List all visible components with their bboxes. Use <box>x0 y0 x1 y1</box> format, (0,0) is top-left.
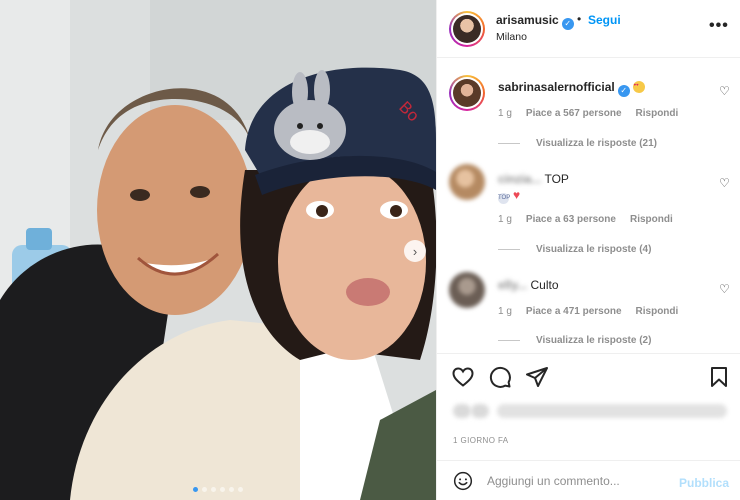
verified-badge-icon: ✓ <box>617 85 630 97</box>
post-side-panel: arisamusic ✓ • Segui Milano ••• sabrinasa… <box>436 0 740 500</box>
carousel-dot <box>238 487 243 492</box>
selfie-image: Bo <box>0 0 436 500</box>
liked-by-text <box>497 404 727 418</box>
view-replies-button[interactable]: Visualizza le risposte (21) <box>498 138 657 149</box>
carousel-dot <box>193 487 198 492</box>
comment-time: 1 g <box>498 214 512 225</box>
comment-likes-count[interactable]: Piace a 471 persone <box>526 306 622 317</box>
comment-likes-count[interactable]: Piace a 63 persone <box>526 214 616 225</box>
comment-text: elly... Culto <box>498 278 559 292</box>
like-comment-heart-icon[interactable]: ♡ <box>719 84 730 98</box>
verified-badge-icon: ✓ <box>561 18 574 30</box>
comment-time: 1 g <box>498 108 512 119</box>
carousel-dot <box>229 487 234 492</box>
reply-button[interactable]: Rispondi <box>636 306 679 317</box>
reply-button[interactable]: Rispondi <box>630 214 673 225</box>
red-heart-emoji-icon: ♥ <box>513 188 521 202</box>
separator-dot: • <box>577 12 582 26</box>
comment-body: Culto <box>530 278 559 292</box>
next-slide-button[interactable]: › <box>404 240 426 262</box>
share-icon[interactable] <box>525 365 549 389</box>
carousel-indicator <box>0 487 436 492</box>
carousel-dot <box>211 487 216 492</box>
carousel-dot <box>220 487 225 492</box>
comment-meta: 1 g Piace a 567 persone Rispondi <box>498 108 692 119</box>
top-sticker-icon: TOP <box>498 193 510 204</box>
author-username[interactable]: arisamusic ✓ <box>496 13 574 30</box>
comment-text: sabrinasalernofficial ✓ <box>498 80 645 97</box>
comment-body: TOP <box>544 172 569 186</box>
author-username-text[interactable]: arisamusic <box>496 13 559 27</box>
comment-username[interactable]: cinzia... <box>498 172 541 186</box>
follow-button[interactable]: Segui <box>588 13 621 27</box>
like-comment-heart-icon[interactable]: ♡ <box>719 176 730 190</box>
view-replies-button[interactable]: Visualizza le risposte (4) <box>498 244 651 255</box>
like-comment-heart-icon[interactable]: ♡ <box>719 282 730 296</box>
reply-button[interactable]: Rispondi <box>636 108 679 119</box>
comment-icon[interactable] <box>488 365 512 389</box>
comment-composer: Pubblica <box>437 460 740 500</box>
comment-text: cinzia... TOP <box>498 172 569 186</box>
comment-username[interactable]: sabrinasalernofficial <box>498 80 615 94</box>
comment-meta: 1 g Piace a 63 persone Rispondi <box>498 214 687 225</box>
location-link[interactable]: Milano <box>496 31 527 43</box>
comment-username[interactable]: elly... <box>498 278 527 292</box>
liker-avatar <box>453 404 471 418</box>
bookmark-icon[interactable] <box>707 365 731 389</box>
comment-time: 1 g <box>498 306 512 317</box>
post-photo[interactable]: Bo › <box>0 0 436 500</box>
comment-input[interactable] <box>487 471 667 491</box>
publish-button[interactable]: Pubblica <box>679 476 729 490</box>
heart-icon[interactable] <box>451 365 475 389</box>
avatar[interactable] <box>449 75 485 111</box>
avatar[interactable] <box>449 272 485 308</box>
liked-by-summary[interactable] <box>451 402 727 422</box>
emoji-picker-icon[interactable] <box>453 471 473 491</box>
view-replies-button[interactable]: Visualizza le risposte (2) <box>498 335 651 346</box>
post-action-bar <box>437 353 740 398</box>
avatar[interactable] <box>449 164 485 200</box>
comment-meta: 1 g Piace a 471 persone Rispondi <box>498 306 692 317</box>
carousel-dot <box>202 487 207 492</box>
liker-avatar <box>471 404 489 418</box>
comment-likes-count[interactable]: Piace a 567 persone <box>526 108 622 119</box>
avatar[interactable] <box>449 11 485 47</box>
more-options-icon[interactable]: ••• <box>709 17 729 35</box>
post-header: arisamusic ✓ • Segui Milano ••• <box>437 0 740 58</box>
comment-text-line2: TOP ♥ <box>498 188 520 204</box>
post-timestamp[interactable]: 1 GIORNO FA <box>453 436 509 445</box>
heart-eyes-emoji-icon <box>632 81 645 93</box>
